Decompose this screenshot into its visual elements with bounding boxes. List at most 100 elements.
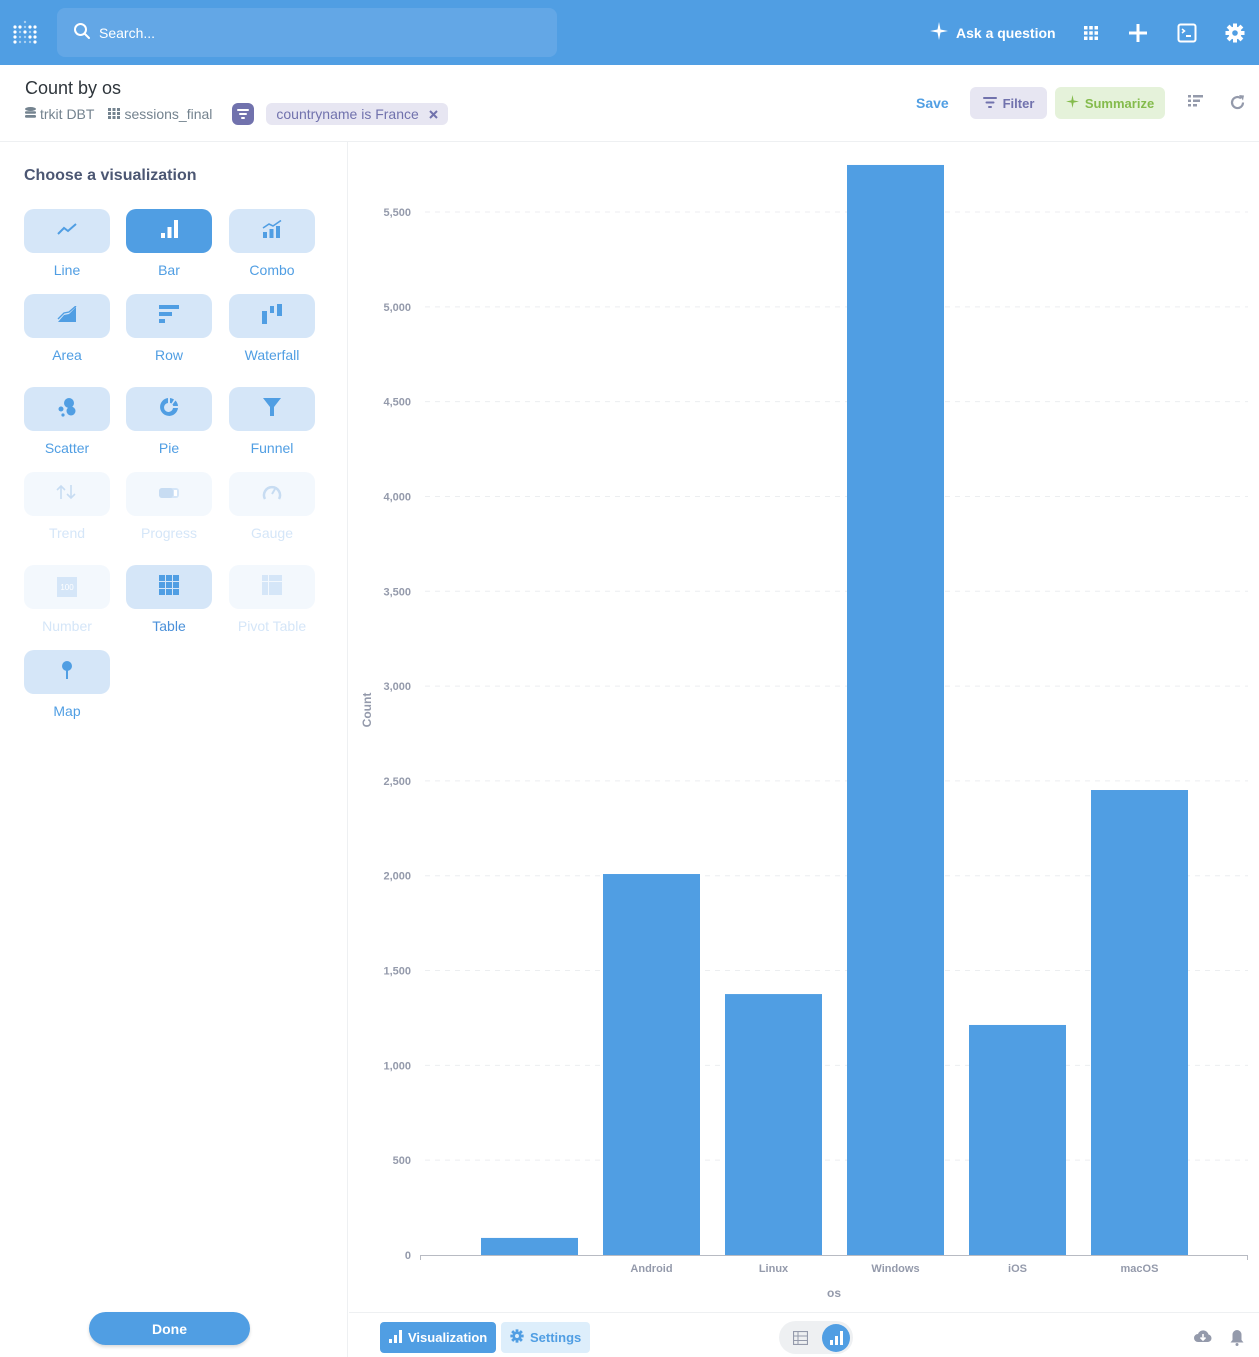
viz-option-waterfall[interactable]: Waterfall xyxy=(229,294,315,363)
chart-container: 0 500 1,000 1,500 2,000 2,500 3,000 3,500 4,000 4… xyxy=(349,142,1259,1312)
filter-icon xyxy=(982,96,997,111)
y-tick-label: 0 xyxy=(405,1250,411,1262)
progress-icon xyxy=(159,485,179,503)
viz-option-scatter[interactable]: Scatter xyxy=(24,387,110,456)
viz-option-map-box xyxy=(24,650,110,694)
viz-option-label: Progress xyxy=(140,525,198,541)
breadcrumb-table-label: sessions_final xyxy=(124,106,213,122)
viz-option-trend[interactable]: Trend xyxy=(24,472,110,541)
bar-chart: 0 500 1,000 1,500 2,000 2,500 3,000 3,500 4,000 4… xyxy=(360,164,1248,1300)
ask-question-button[interactable]: Ask a question xyxy=(930,22,1056,43)
viz-option-funnel-box xyxy=(229,387,315,431)
question-header: Count by os trkit DBT sessions_final cou… xyxy=(0,65,1259,142)
pivot-table-icon xyxy=(262,574,282,600)
viz-option-line[interactable]: Line xyxy=(24,209,110,278)
bar[interactable] xyxy=(1091,790,1188,1255)
settings-button[interactable]: Settings xyxy=(501,1322,591,1353)
filter-button[interactable]: Filter xyxy=(970,87,1047,119)
search-input[interactable]: Search... xyxy=(57,8,557,57)
chart-view-icon[interactable] xyxy=(822,1323,850,1352)
viz-option-area-box xyxy=(24,294,110,338)
logo-icon[interactable] xyxy=(12,20,38,46)
search-icon xyxy=(73,22,99,43)
database-icon xyxy=(25,106,36,122)
bell-icon[interactable] xyxy=(1230,1329,1248,1347)
bar[interactable] xyxy=(847,164,944,1255)
page-title: Count by os xyxy=(25,78,122,98)
y-tick-label: 1,000 xyxy=(383,1060,411,1072)
viz-option-pie[interactable]: Pie xyxy=(126,387,212,456)
viz-option-number-box: 100 xyxy=(24,565,110,609)
viz-option-label: Row xyxy=(154,347,183,363)
viz-option-table[interactable]: Table xyxy=(126,565,212,634)
y-tick-label: 2,500 xyxy=(383,776,411,788)
y-tick-label: 4,000 xyxy=(383,491,411,503)
y-tick-label: 1,500 xyxy=(383,966,411,978)
viz-option-label: Area xyxy=(52,347,82,363)
viz-option-gauge[interactable]: Gauge xyxy=(229,472,315,541)
pie-chart-icon xyxy=(159,397,179,422)
refresh-icon[interactable] xyxy=(1229,94,1247,112)
scatter-chart-icon xyxy=(57,397,77,422)
viz-option-line-box xyxy=(24,209,110,253)
gauge-icon xyxy=(262,483,282,506)
table-view-icon[interactable] xyxy=(786,1324,814,1352)
viz-option-pivot-table[interactable]: Pivot Table xyxy=(229,565,315,634)
y-tick-label: 2,000 xyxy=(383,871,411,883)
visualization-sidebar: Choose a visualization Line Bar Combo Ar… xyxy=(0,142,348,1357)
bar[interactable] xyxy=(969,1024,1066,1255)
breadcrumb-database[interactable]: trkit DBT xyxy=(25,106,94,122)
viz-option-label: Combo xyxy=(249,262,295,278)
viz-option-combo[interactable]: Combo xyxy=(229,209,315,278)
gear-icon[interactable] xyxy=(1223,21,1247,45)
view-toggle xyxy=(779,1321,853,1354)
ask-question-label: Ask a question xyxy=(956,24,1056,41)
viz-option-label: Gauge xyxy=(250,525,294,541)
viz-option-scatter-box xyxy=(24,387,110,431)
x-tick-label: Windows xyxy=(871,1263,919,1275)
save-button[interactable]: Save xyxy=(916,95,949,111)
filter-pill[interactable]: countryname is France xyxy=(266,103,448,125)
row-chart-icon xyxy=(159,304,179,328)
bar[interactable] xyxy=(603,874,700,1255)
breadcrumb: trkit DBT sessions_final countryname is … xyxy=(25,103,448,125)
viz-option-area[interactable]: Area xyxy=(24,294,110,363)
gear-icon xyxy=(510,1329,524,1346)
done-button[interactable]: Done xyxy=(89,1312,250,1345)
x-tick-label: macOS xyxy=(1121,1263,1159,1275)
area-chart-icon xyxy=(57,304,77,327)
viz-option-progress[interactable]: Progress xyxy=(126,472,212,541)
terminal-icon[interactable] xyxy=(1175,21,1199,45)
grid-icon[interactable] xyxy=(1079,21,1103,45)
summarize-button-label: Summarize xyxy=(1084,95,1155,111)
sidebar-title: Choose a visualization xyxy=(24,167,197,184)
y-tick-label: 4,500 xyxy=(383,397,411,409)
summarize-button[interactable]: Summarize xyxy=(1055,87,1165,119)
viz-option-map[interactable]: Map xyxy=(24,650,110,719)
viz-option-row-box xyxy=(126,294,212,338)
viz-option-label: Table xyxy=(152,618,186,634)
filter-toggle-icon[interactable] xyxy=(232,103,255,125)
viz-option-progress-box xyxy=(126,472,212,516)
bar[interactable] xyxy=(725,994,822,1255)
breadcrumb-table[interactable]: sessions_final xyxy=(108,106,212,122)
download-icon[interactable] xyxy=(1194,1329,1212,1347)
y-axis-label: Count xyxy=(360,693,374,728)
notebook-editor-icon[interactable] xyxy=(1188,94,1206,112)
viz-option-row[interactable]: Row xyxy=(126,294,212,363)
viz-option-bar[interactable]: Bar xyxy=(126,209,212,278)
line-chart-icon xyxy=(57,222,77,241)
bar[interactable] xyxy=(481,1237,578,1255)
visualization-button-label: Visualization xyxy=(408,1330,488,1345)
combo-chart-icon xyxy=(262,219,282,243)
viz-option-label: Waterfall xyxy=(244,347,300,363)
table-grid-icon xyxy=(159,574,179,600)
viz-option-funnel[interactable]: Funnel xyxy=(229,387,315,456)
viz-option-label: Funnel xyxy=(250,440,294,456)
visualization-button[interactable]: Visualization xyxy=(380,1322,497,1353)
y-tick-label: 5,000 xyxy=(383,302,411,314)
close-icon[interactable] xyxy=(429,106,438,122)
plus-icon[interactable] xyxy=(1126,21,1150,45)
viz-option-number[interactable]: 100 Number xyxy=(24,565,110,634)
trend-icon xyxy=(56,484,78,505)
